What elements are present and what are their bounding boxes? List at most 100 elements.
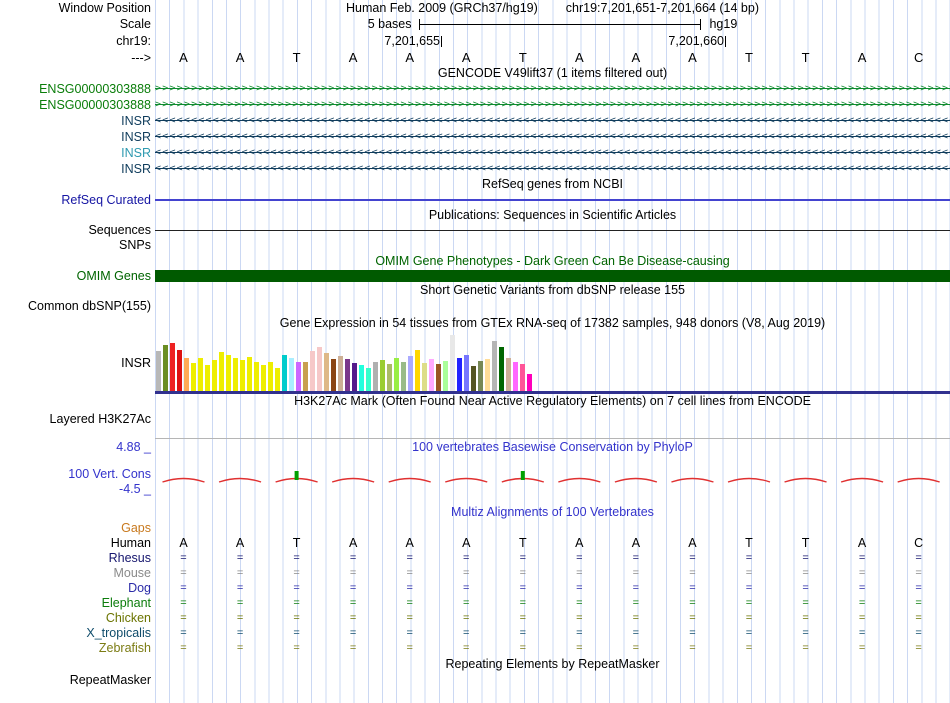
multiz-species-row[interactable]: Zebrafish = = = = = = = = = = = = = =	[0, 641, 950, 656]
gene-track-row[interactable]: ENSG00000303888 >>>>>>>>>>>>>>>>>>>>>>>>>…	[0, 81, 950, 97]
alignment-equal-mark: =	[689, 582, 696, 594]
alignment-equal-mark: =	[858, 612, 866, 624]
multiz-species-row[interactable]: Elephant = = = = = = = = = = = = = =	[0, 596, 950, 611]
gene-label[interactable]: ENSG00000303888	[0, 81, 155, 97]
alignment-equal-mark: =	[689, 627, 696, 639]
sequences-row[interactable]: Sequences	[0, 223, 950, 238]
h3k27ac-label[interactable]: Layered H3K27Ac	[0, 409, 155, 439]
alignment-equal-mark: =	[689, 597, 696, 609]
alignment-equal-mark: =	[180, 627, 187, 639]
omim-genes-row[interactable]: OMIM Genes	[0, 269, 950, 283]
gtex-tissue-bar	[226, 355, 231, 391]
gene-label[interactable]: INSR	[0, 113, 155, 129]
dbsnp-row[interactable]: Common dbSNP(155)	[0, 298, 950, 315]
gencode-track-title[interactable]: GENCODE V49lift37 (1 items filtered out)	[155, 66, 950, 81]
omim-gene-bar[interactable]	[155, 270, 950, 282]
gtex-tissue-bar	[191, 363, 196, 391]
refseq-track-title[interactable]: RefSeq genes from NCBI	[155, 177, 950, 192]
multiz-species-row[interactable]: Dog = = = = = = = = = = = = = =	[0, 581, 950, 596]
multiz-species-row[interactable]: X_tropicalis = = = = = = = = = = = = = =	[0, 626, 950, 641]
gene-track-row[interactable]: INSR <<<<<<<<<<<<<<<<<<<<<<<<<<<<<<<<<<<<…	[0, 113, 950, 129]
coordinate-tick	[725, 36, 726, 47]
alignment-equal-mark: =	[689, 642, 696, 654]
alignment-equal-mark: =	[802, 582, 809, 594]
species-label[interactable]: Elephant	[0, 596, 155, 611]
aligned-base: A	[179, 536, 188, 550]
omim-track-title[interactable]: OMIM Gene Phenotypes - Dark Green Can Be…	[155, 253, 950, 269]
alignment-equal-mark: =	[576, 552, 583, 564]
repeatmasker-row[interactable]: RepeatMasker	[0, 672, 950, 689]
repeatmasker-track-title[interactable]: Repeating Elements by RepeatMasker	[155, 656, 950, 672]
gtex-chart-row[interactable]: INSR	[0, 332, 950, 394]
multiz-title-row: Multiz Alignments of 100 Vertebrates	[0, 497, 950, 521]
alignment-equal-mark: =	[915, 627, 922, 639]
gtex-tissue-bar	[352, 363, 357, 391]
phylop-track-row[interactable]: 100 Vert. Cons -4.5 _	[0, 455, 950, 497]
repeatmasker-label[interactable]: RepeatMasker	[0, 672, 155, 689]
sequence-row: ---> A A T A A A T A A A T T A C	[0, 50, 950, 66]
aligned-base: T	[745, 536, 753, 550]
gene-track-row[interactable]: ENSG00000303888 >>>>>>>>>>>>>>>>>>>>>>>>>…	[0, 97, 950, 113]
scale-label: Scale	[119, 17, 151, 31]
species-label[interactable]: Mouse	[0, 566, 155, 581]
gene-label[interactable]: INSR	[0, 145, 155, 161]
gtex-tissue-bar	[429, 359, 434, 391]
sequences-label[interactable]: Sequences	[0, 223, 155, 238]
coordinate-label-2: 7,201,660	[155, 33, 726, 50]
gtex-tissue-bar	[205, 365, 210, 391]
alignment-equal-mark: =	[576, 642, 583, 654]
transcript-arrows-left: <<<<<<<<<<<<<<<<<<<<<<<<<<<<<<<<<<<<<<<<…	[155, 113, 950, 129]
refseq-curated-label[interactable]: RefSeq Curated	[0, 192, 155, 208]
phylop-track-label[interactable]: 100 Vert. Cons	[68, 467, 151, 481]
species-label[interactable]: Rhesus	[0, 551, 155, 566]
alignment-equal-mark: =	[632, 552, 640, 564]
gtex-tissue-bar	[331, 359, 336, 391]
multiz-gaps-row[interactable]: Gaps	[0, 521, 950, 536]
h3k27ac-track-title[interactable]: H3K27Ac Mark (Often Found Near Active Re…	[155, 394, 950, 409]
alignment-equal-mark: =	[463, 642, 470, 654]
gtex-track-title[interactable]: Gene Expression in 54 tissues from GTEx …	[155, 315, 950, 332]
gtex-bar-chart[interactable]	[155, 332, 950, 394]
alignment-equal-mark: =	[293, 627, 300, 639]
species-label[interactable]: Zebrafish	[0, 641, 155, 656]
h3k27ac-signal-area[interactable]	[155, 409, 950, 439]
alignment-equal-mark: =	[236, 552, 244, 564]
dbsnp-track-title[interactable]: Short Genetic Variants from dbSNP releas…	[155, 283, 950, 298]
multiz-track-title[interactable]: Multiz Alignments of 100 Vertebrates	[155, 497, 950, 521]
gtex-gene-label[interactable]: INSR	[0, 332, 155, 394]
species-label[interactable]: X_tropicalis	[0, 626, 155, 641]
snps-row[interactable]: SNPs	[0, 238, 950, 253]
species-label[interactable]: Gaps	[0, 521, 155, 536]
h3k27ac-row[interactable]: Layered H3K27Ac	[0, 409, 950, 439]
alignment-equal-mark: =	[519, 582, 527, 594]
gene-label[interactable]: INSR	[0, 161, 155, 177]
aligned-base: A	[405, 536, 414, 550]
gene-track-row[interactable]: INSR <<<<<<<<<<<<<<<<<<<<<<<<<<<<<<<<<<<<…	[0, 161, 950, 177]
gtex-tissue-bar	[219, 352, 224, 391]
species-label[interactable]: Human	[0, 536, 155, 551]
alignment-track: = = = = = = = = = = = = = =	[155, 596, 950, 611]
multiz-species-row[interactable]: Chicken = = = = = = = = = = = = = =	[0, 611, 950, 626]
multiz-species-row[interactable]: Mouse = = = = = = = = = = = = = =	[0, 566, 950, 581]
publications-track-title[interactable]: Publications: Sequences in Scientific Ar…	[155, 208, 950, 223]
base-letter: A	[405, 50, 415, 65]
alignment-track: = = = = = = = = = = = = = =	[155, 626, 950, 641]
gene-track-row[interactable]: INSR <<<<<<<<<<<<<<<<<<<<<<<<<<<<<<<<<<<<…	[0, 129, 950, 145]
gene-label[interactable]: INSR	[0, 129, 155, 145]
gtex-tissue-bar	[212, 360, 217, 391]
phylop-track-title[interactable]: 100 vertebrates Basewise Conservation by…	[155, 439, 950, 455]
snps-label[interactable]: SNPs	[0, 238, 155, 253]
multiz-species-row[interactable]: Human A A T A A A T A A A T T A C	[0, 536, 950, 551]
alignment-equal-mark: =	[236, 642, 244, 654]
dbsnp-label[interactable]: Common dbSNP(155)	[0, 298, 155, 315]
alignment-equal-mark: =	[519, 597, 527, 609]
refseq-curated-row[interactable]: RefSeq Curated	[0, 192, 950, 208]
species-label[interactable]: Chicken	[0, 611, 155, 626]
alignment-equal-mark: =	[632, 642, 640, 654]
alignment-equal-mark: =	[519, 627, 527, 639]
multiz-species-row[interactable]: Rhesus = = = = = = = = = = = = = =	[0, 551, 950, 566]
gene-track-row[interactable]: INSR <<<<<<<<<<<<<<<<<<<<<<<<<<<<<<<<<<<<…	[0, 145, 950, 161]
gene-label[interactable]: ENSG00000303888	[0, 97, 155, 113]
species-label[interactable]: Dog	[0, 581, 155, 596]
omim-genes-label[interactable]: OMIM Genes	[0, 269, 155, 283]
